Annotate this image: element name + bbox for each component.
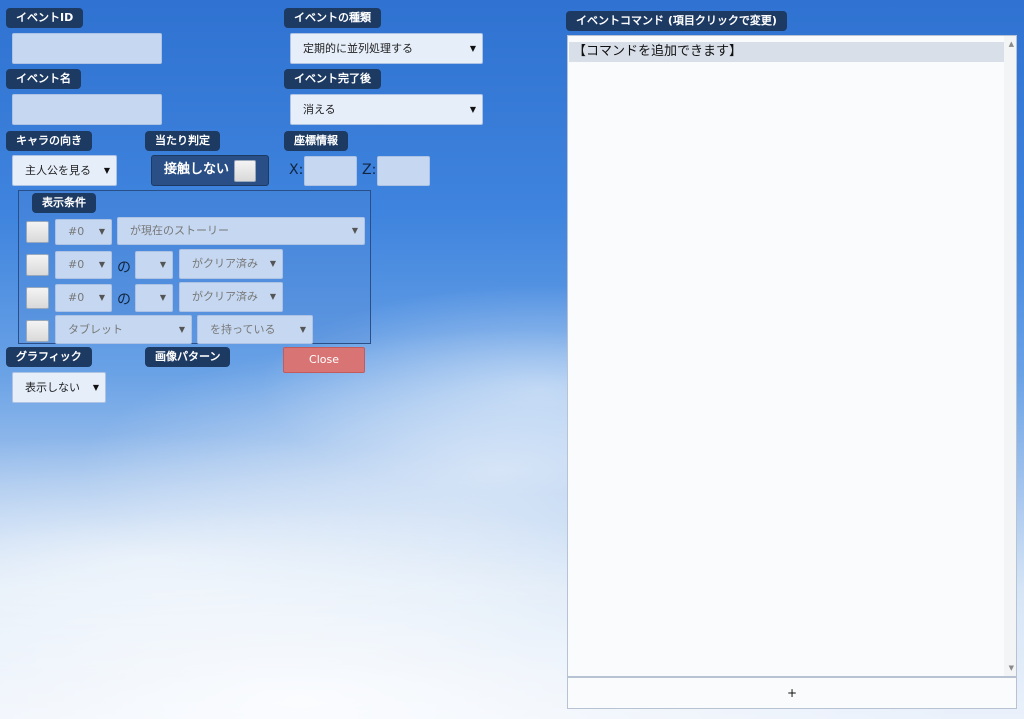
image-pattern-label: 画像パターン [145, 347, 231, 367]
coord-z-input[interactable] [377, 156, 430, 186]
event-id-input[interactable] [12, 33, 162, 64]
condition-1-number-value: #0 [68, 225, 85, 238]
condition-1-checkbox[interactable] [26, 221, 49, 243]
scroll-up-icon[interactable]: ▲ [1009, 40, 1014, 48]
condition-1-story-value: が現在のストーリー [130, 224, 229, 237]
condition-2-number-select[interactable]: #0 ▼ [55, 251, 112, 279]
chevron-down-icon: ▼ [469, 105, 476, 114]
event-id-label: イベントID [6, 8, 84, 28]
chevron-down-icon: ▼ [469, 44, 476, 53]
chevron-down-icon: ▼ [92, 383, 99, 392]
chevron-down-icon: ▼ [98, 227, 105, 236]
add-command-button[interactable]: + [567, 677, 1017, 709]
display-condition-label: 表示条件 [32, 193, 96, 213]
coord-info-label: 座標情報 [284, 131, 348, 151]
event-type-select[interactable]: 定期的に並列処理する ▼ [290, 33, 483, 64]
event-command-label: イベントコマンド (項目クリックで変更) [566, 11, 787, 31]
chevron-down-icon: ▼ [269, 259, 276, 268]
chara-direction-label: キャラの向き [6, 131, 92, 151]
chevron-down-icon: ▼ [269, 292, 276, 301]
condition-4-have-select[interactable]: を持っている ▼ [197, 315, 313, 344]
condition-2-number-value: #0 [68, 258, 85, 271]
command-list-item[interactable]: 【コマンドを追加できます】 [569, 42, 1004, 62]
after-complete-value: 消える [303, 103, 336, 116]
graphic-label: グラフィック [6, 347, 92, 367]
condition-3-sub-select[interactable]: ▼ [135, 284, 173, 312]
condition-2-checkbox[interactable] [26, 254, 49, 276]
condition-3-number-value: #0 [68, 291, 85, 304]
condition-3-checkbox[interactable] [26, 287, 49, 309]
chevron-down-icon: ▼ [159, 293, 166, 302]
close-button[interactable]: Close [283, 347, 365, 373]
hit-judge-value: 接触しない [164, 162, 230, 177]
condition-2-status-select[interactable]: がクリア済み ▼ [179, 249, 283, 279]
condition-3-of-text: の [117, 292, 131, 308]
condition-3-status-value: がクリア済み [192, 290, 258, 303]
condition-1-story-select[interactable]: が現在のストーリー ▼ [117, 217, 365, 245]
condition-4-item-value: タブレット [68, 323, 123, 336]
chevron-down-icon: ▼ [178, 325, 185, 334]
condition-2-sub-select[interactable]: ▼ [135, 251, 173, 279]
condition-3-status-select[interactable]: がクリア済み ▼ [179, 282, 283, 312]
coord-z-label: Z: [362, 162, 377, 178]
event-type-value: 定期的に並列処理する [303, 42, 413, 55]
scroll-down-icon[interactable]: ▼ [1009, 664, 1014, 672]
graphic-select[interactable]: 表示しない ▼ [12, 372, 106, 403]
chevron-down-icon: ▼ [98, 293, 105, 302]
condition-2-status-value: がクリア済み [192, 257, 258, 270]
condition-2-of-text: の [117, 260, 131, 276]
chevron-down-icon: ▼ [103, 166, 110, 175]
chevron-down-icon: ▼ [98, 260, 105, 269]
graphic-value: 表示しない [25, 381, 80, 394]
chevron-down-icon: ▼ [299, 325, 306, 334]
chevron-down-icon: ▼ [351, 226, 358, 235]
command-scrollbar[interactable]: ▲ ▼ [1004, 36, 1016, 676]
event-type-label: イベントの種類 [284, 8, 381, 28]
hit-judge-label: 当たり判定 [145, 131, 220, 151]
condition-4-have-value: を持っている [210, 323, 276, 336]
chara-direction-select[interactable]: 主人公を見る ▼ [12, 155, 117, 186]
condition-3-number-select[interactable]: #0 ▼ [55, 284, 112, 312]
condition-4-item-select[interactable]: タブレット ▼ [55, 315, 192, 344]
event-command-list[interactable]: 【コマンドを追加できます】 ▲ ▼ [567, 35, 1017, 677]
coord-x-input[interactable] [304, 156, 357, 186]
condition-1-number-select[interactable]: #0 ▼ [55, 219, 112, 245]
after-complete-select[interactable]: 消える ▼ [290, 94, 483, 125]
condition-4-checkbox[interactable] [26, 320, 49, 342]
hit-judge-checkbox[interactable] [234, 160, 256, 182]
event-name-label: イベント名 [6, 69, 81, 89]
chara-direction-value: 主人公を見る [25, 164, 91, 177]
coord-x-label: X: [289, 162, 304, 178]
chevron-down-icon: ▼ [159, 260, 166, 269]
after-complete-label: イベント完了後 [284, 69, 381, 89]
event-name-input[interactable] [12, 94, 162, 125]
